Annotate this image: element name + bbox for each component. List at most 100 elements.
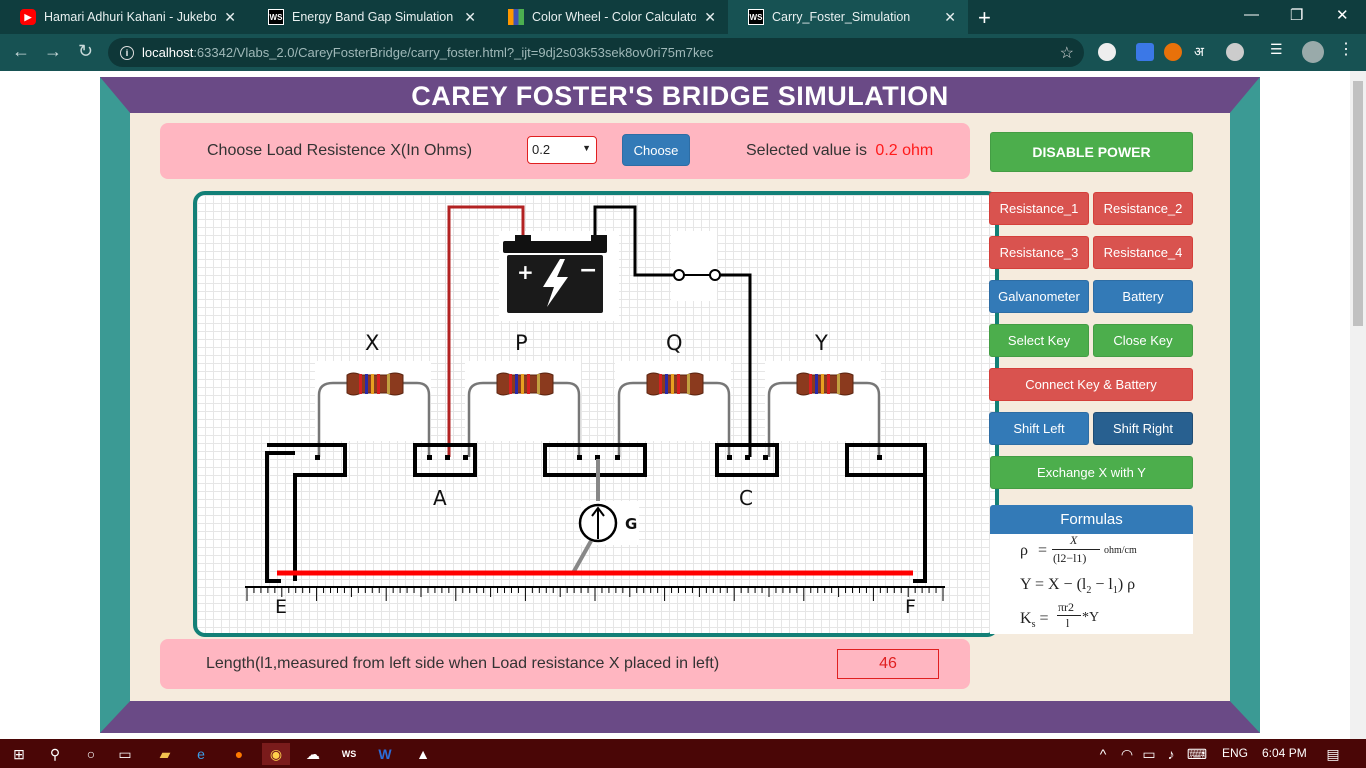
page-title: CAREY FOSTER'S BRIDGE SIMULATION: [411, 81, 949, 111]
language-indicator[interactable]: ENG: [1222, 746, 1248, 760]
exchange-x-y-button[interactable]: Exchange X with Y: [990, 456, 1193, 489]
end-e-label: E: [275, 596, 287, 618]
browser-tab-youtube[interactable]: ▶ Hamari Adhuri Kahani - Jukebox ✕: [0, 0, 248, 34]
selected-value-label: Selected value is 0.2 ohm: [746, 142, 933, 160]
ks-denominator: l: [1066, 616, 1070, 630]
windows-taskbar: ⊞ ⚲ ○ ▭ ▰ e ● ◉ ☁ WS W ▲ ^ ◠ ▭ ♪ ⌨ ENG 6…: [0, 739, 1366, 768]
volume-icon[interactable]: ♪: [1160, 743, 1182, 765]
info-icon[interactable]: i: [120, 45, 134, 60]
node-c-label: C: [739, 486, 753, 510]
windows-start-icon[interactable]: ⊞: [8, 743, 30, 765]
webstorm-icon: WS: [268, 9, 284, 25]
frame-bottom-banner: [100, 701, 1260, 733]
close-tab-icon[interactable]: ✕: [704, 9, 716, 26]
close-tab-icon[interactable]: ✕: [464, 9, 476, 26]
browser-tab-carry-foster[interactable]: WS Carry_Foster_Simulation ✕: [728, 0, 968, 34]
edge-icon[interactable]: e: [190, 743, 212, 765]
photos-icon[interactable]: ▲: [412, 743, 434, 765]
resistance-2-button[interactable]: Resistance_2: [1093, 192, 1193, 225]
battery-status-icon[interactable]: ▭: [1138, 743, 1160, 765]
wifi-icon[interactable]: ◠: [1116, 743, 1138, 765]
close-key-button[interactable]: Close Key: [1093, 324, 1193, 357]
resistance-1-button[interactable]: Resistance_1: [989, 192, 1089, 225]
rho-symbol: ρ: [1020, 542, 1028, 559]
bookmark-star-icon[interactable]: ☆: [1060, 43, 1074, 63]
extension-icon[interactable]: [1226, 43, 1244, 61]
firefox-icon[interactable]: ●: [228, 743, 250, 765]
resistance-4-button[interactable]: Resistance_4: [1093, 236, 1193, 269]
extension-icon[interactable]: [1164, 43, 1182, 61]
search-icon[interactable]: ⚲: [44, 743, 66, 765]
chevron-up-icon[interactable]: ^: [1092, 743, 1114, 765]
chevron-down-icon: ▼: [582, 143, 591, 153]
select-key-button[interactable]: Select Key: [989, 324, 1089, 357]
select-value: 0.2: [532, 142, 551, 157]
formulas-panel: ρ = X (l2−l1) ohm/cm Y = X − (l2 − l1) ρ…: [990, 533, 1193, 634]
length-value-field[interactable]: 46: [837, 649, 939, 679]
galvanometer-button[interactable]: Galvanometer: [989, 280, 1089, 313]
browser-tab-energy[interactable]: WS Energy Band Gap Simulation ✕: [248, 0, 488, 34]
forward-icon[interactable]: →: [44, 41, 62, 62]
hindi-input-icon[interactable]: अ: [1194, 42, 1212, 60]
extension-icon[interactable]: [1098, 43, 1116, 61]
task-view-icon[interactable]: ▭: [114, 743, 136, 765]
selected-prefix: Selected value is: [746, 142, 867, 159]
load-resistance-select[interactable]: 0.2 ▼: [527, 136, 597, 164]
tab-title: Energy Band Gap Simulation: [292, 10, 454, 24]
reload-icon[interactable]: ↻: [78, 41, 93, 62]
close-tab-icon[interactable]: ✕: [224, 9, 236, 26]
galvanometer-label: G: [625, 515, 637, 533]
address-bar[interactable]: i localhost:63342/Vlabs_2.0/CareyFosterB…: [108, 38, 1084, 67]
media-queue-icon[interactable]: ☰: [1270, 41, 1288, 59]
resistance-selector-bar: Choose Load Resistence X(In Ohms) 0.2 ▼ …: [160, 123, 970, 179]
svg-text:+: +: [517, 260, 534, 284]
close-tab-icon[interactable]: ✕: [944, 9, 956, 26]
battery-button[interactable]: Battery: [1093, 280, 1193, 313]
notifications-icon[interactable]: ▤: [1322, 743, 1344, 765]
new-tab-icon[interactable]: +: [978, 5, 991, 31]
selected-value: 0.2 ohm: [875, 142, 934, 159]
menu-icon[interactable]: ⋮: [1338, 39, 1356, 58]
rho-numerator: X: [1070, 533, 1078, 547]
tab-title: Hamari Adhuri Kahani - Jukebox: [44, 10, 217, 24]
jockey[interactable]: [571, 540, 593, 574]
chrome-icon[interactable]: ◉: [262, 743, 290, 765]
webstorm-icon[interactable]: WS: [338, 743, 360, 765]
y-formula: Y = X − (l2 − l1) ρ: [1020, 576, 1136, 597]
scrollbar-thumb[interactable]: [1353, 81, 1363, 326]
restore-icon[interactable]: ❐: [1290, 6, 1303, 24]
file-explorer-icon[interactable]: ▰: [154, 743, 176, 765]
chat-icon[interactable]: ☁: [302, 743, 324, 765]
battery-icon[interactable]: + −: [503, 235, 607, 313]
resistor-p-label: P: [515, 331, 528, 355]
browser-tab-strip: ▶ Hamari Adhuri Kahani - Jukebox ✕ WS En…: [0, 0, 1366, 34]
formulas-header[interactable]: Formulas: [990, 505, 1193, 534]
resistance-3-button[interactable]: Resistance_3: [989, 236, 1089, 269]
extension-icon[interactable]: [1136, 43, 1154, 61]
ks-numerator: πr2: [1058, 600, 1075, 614]
clock[interactable]: 6:04 PM: [1262, 746, 1307, 760]
resistor-y-label: Y: [814, 331, 828, 355]
url-path: :63342/Vlabs_2.0/CareyFosterBridge/carry…: [193, 45, 714, 60]
tab-title: Carry_Foster_Simulation: [772, 10, 911, 24]
close-window-icon[interactable]: ✕: [1336, 6, 1349, 24]
node-a-label: A: [433, 486, 447, 510]
keyboard-icon[interactable]: ⌨: [1186, 743, 1208, 765]
minimize-icon[interactable]: —: [1244, 6, 1259, 23]
galvanometer-icon[interactable]: [578, 503, 618, 543]
length-label: Length(l1,measured from left side when L…: [206, 655, 720, 672]
shift-right-button[interactable]: Shift Right: [1093, 412, 1193, 445]
browser-tab-colorwheel[interactable]: Color Wheel - Color Calculator | S ✕: [488, 0, 728, 34]
back-icon[interactable]: ←: [12, 41, 30, 62]
y-formula-tail: ) ρ: [1117, 576, 1136, 593]
disable-power-button[interactable]: DISABLE POWER: [990, 132, 1193, 172]
cortana-icon[interactable]: ○: [80, 743, 102, 765]
meter-scale: [246, 587, 944, 601]
connect-key-battery-button[interactable]: Connect Key & Battery: [989, 368, 1193, 401]
choose-button[interactable]: Choose: [622, 134, 690, 166]
word-icon[interactable]: W: [374, 743, 396, 765]
avatar[interactable]: [1302, 41, 1324, 63]
length-bar: Length(l1,measured from left side when L…: [160, 639, 970, 689]
page-scrollbar[interactable]: [1350, 71, 1366, 739]
shift-left-button[interactable]: Shift Left: [989, 412, 1089, 445]
